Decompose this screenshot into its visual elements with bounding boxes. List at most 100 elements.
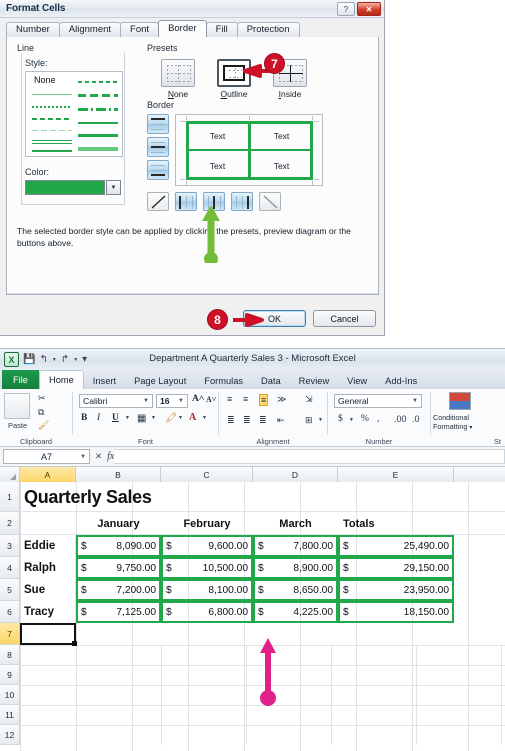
format-painter-icon[interactable]: 🖌: [38, 420, 49, 431]
decrease-indent-icon[interactable]: ⇤: [277, 415, 285, 426]
font-size-input[interactable]: 16 ▼: [156, 394, 188, 408]
tab-addins[interactable]: Add-Ins: [376, 372, 426, 389]
increase-decimal-icon[interactable]: .00: [394, 414, 407, 424]
tab-protection[interactable]: Protection: [236, 22, 300, 37]
cell-b6-january[interactable]: $ 7,125.00: [76, 601, 161, 623]
row-header-5[interactable]: 5: [0, 579, 20, 601]
comma-format-button[interactable]: ,: [377, 414, 379, 424]
preview-cell-topleft[interactable]: Text: [186, 121, 249, 150]
align-middle-icon[interactable]: ≡: [243, 394, 248, 404]
color-picker[interactable]: ▼: [25, 180, 121, 195]
wrap-text-icon[interactable]: ⇲: [305, 394, 313, 405]
merge-dropdown-icon[interactable]: ▼: [318, 417, 323, 423]
cell-b4-january[interactable]: $ 9,750.00: [76, 557, 161, 579]
orientation-icon[interactable]: ≫: [277, 394, 286, 405]
row-header-1[interactable]: 1: [0, 482, 20, 512]
borders-icon[interactable]: ▦: [137, 413, 146, 424]
align-left-icon[interactable]: ≣: [227, 415, 235, 426]
cell-e5-totals[interactable]: $ 23,950.00: [338, 579, 454, 601]
underline-button[interactable]: U: [112, 413, 119, 423]
italic-button[interactable]: I: [97, 413, 100, 423]
cancel-button[interactable]: Cancel: [313, 310, 376, 327]
cell-b3-january[interactable]: $ 8,090.00: [76, 535, 161, 557]
line-style-dash-medium[interactable]: [78, 94, 118, 97]
align-center-icon[interactable]: ≣: [243, 415, 251, 426]
cell-a6-name[interactable]: Tracy: [21, 601, 76, 623]
chevron-down-icon[interactable]: ▼: [178, 398, 184, 404]
cell-d3-march[interactable]: $ 7,800.00: [253, 535, 338, 557]
percent-format-button[interactable]: %: [361, 414, 369, 424]
bold-button[interactable]: B: [81, 413, 87, 423]
number-format-select[interactable]: General ▼: [334, 394, 422, 408]
cancel-entry-icon[interactable]: ✕: [95, 451, 102, 462]
fill-color-icon[interactable]: 🖍: [165, 413, 178, 424]
align-bottom-icon[interactable]: ≡: [259, 394, 269, 406]
cell-c3-february[interactable]: $ 9,600.00: [161, 535, 253, 557]
cell-a5-name[interactable]: Sue: [21, 579, 76, 601]
borders-dropdown-icon[interactable]: ▼: [151, 415, 156, 421]
cell-b2-january[interactable]: January: [76, 512, 161, 535]
align-top-icon[interactable]: ≡: [227, 394, 232, 404]
dialog-titlebar[interactable]: Format Cells ? ✕: [0, 0, 384, 18]
row-header-4[interactable]: 4: [0, 557, 20, 579]
line-style-none[interactable]: None: [34, 75, 56, 85]
cell-e2-totals[interactable]: Totals: [338, 512, 454, 535]
tab-page-layout[interactable]: Page Layout: [125, 372, 195, 389]
row-header-9[interactable]: 9: [0, 665, 20, 685]
row-header-3[interactable]: 3: [0, 535, 20, 557]
preview-cell-topright[interactable]: Text: [250, 121, 313, 150]
chevron-down-icon[interactable]: ▼: [412, 398, 418, 404]
cell-d6-march[interactable]: $ 4,225.00: [253, 601, 338, 623]
font-color-dropdown-icon[interactable]: ▼: [202, 415, 207, 421]
line-style-listbox[interactable]: None: [25, 71, 123, 157]
tab-alignment[interactable]: Alignment: [58, 22, 122, 37]
cell-b5-january[interactable]: $ 7,200.00: [76, 579, 161, 601]
font-color-icon[interactable]: A: [189, 412, 196, 423]
conditional-formatting-label[interactable]: Conditional Formatting ▾: [433, 413, 472, 433]
tab-font[interactable]: Font: [120, 22, 160, 37]
line-style-medium-solid[interactable]: [78, 134, 118, 137]
line-style-dashed-light[interactable]: [32, 130, 72, 131]
line-style-solid[interactable]: [32, 150, 72, 152]
close-icon[interactable]: ✕: [357, 2, 381, 16]
underline-dropdown-icon[interactable]: ▼: [125, 415, 130, 421]
preset-none-button[interactable]: [161, 59, 195, 87]
cut-icon[interactable]: ✂: [38, 393, 46, 404]
merge-center-icon[interactable]: ⊞: [305, 415, 313, 426]
row-header-6[interactable]: 6: [0, 601, 20, 623]
preview-cell-bottomright[interactable]: Text: [250, 151, 313, 180]
cell-c4-february[interactable]: $ 10,500.00: [161, 557, 253, 579]
line-style-thick-solid[interactable]: [78, 147, 118, 151]
line-style-dotted[interactable]: [32, 106, 72, 108]
border-preview-diagram[interactable]: Text Text Text Text: [175, 114, 323, 186]
cell-c6-february[interactable]: $ 6,800.00: [161, 601, 253, 623]
color-swatch[interactable]: [25, 180, 105, 195]
fill-color-dropdown-icon[interactable]: ▼: [178, 415, 183, 421]
insert-function-icon[interactable]: fx: [107, 451, 114, 462]
border-left-button[interactable]: [175, 192, 197, 211]
tab-file[interactable]: File: [2, 370, 39, 389]
preview-cell-bottomleft[interactable]: Text: [186, 151, 249, 180]
cell-c2-february[interactable]: February: [161, 512, 253, 535]
line-style-dashdot[interactable]: [78, 108, 118, 111]
paste-icon[interactable]: [4, 393, 30, 419]
border-right-button[interactable]: [231, 192, 253, 211]
row-header-12[interactable]: 12: [0, 725, 20, 745]
name-box[interactable]: A7 ▼: [3, 449, 90, 464]
border-diagonal-up-button[interactable]: [147, 192, 169, 211]
cell-d2-march[interactable]: March: [253, 512, 338, 535]
cell-d5-march[interactable]: $ 8,650.00: [253, 579, 338, 601]
copy-icon[interactable]: ⧉: [38, 407, 44, 418]
currency-format-button[interactable]: $: [338, 414, 343, 424]
currency-dropdown-icon[interactable]: ▼: [349, 417, 354, 423]
column-header-d[interactable]: D: [253, 467, 338, 482]
row-header-10[interactable]: 10: [0, 685, 20, 705]
column-header-b[interactable]: B: [76, 467, 161, 482]
tab-data[interactable]: Data: [252, 372, 290, 389]
border-middle-horizontal-button[interactable]: [147, 137, 169, 157]
tab-home[interactable]: Home: [38, 370, 84, 389]
selected-cell-a7[interactable]: [20, 623, 77, 646]
chevron-down-icon[interactable]: ▼: [80, 454, 86, 460]
tab-view[interactable]: View: [338, 372, 376, 389]
row-header-7[interactable]: 7: [0, 623, 20, 645]
